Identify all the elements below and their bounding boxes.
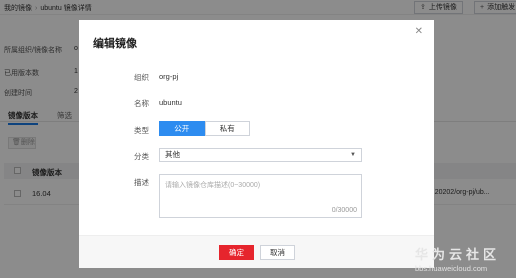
description-char-count: 0/30000 (331, 207, 357, 214)
org-label: 组织 (134, 73, 149, 82)
watermark: 华为云社区 bbs.huaweicloud.com (415, 244, 500, 273)
dialog-footer: 确定 取消 (79, 235, 434, 268)
chevron-down-icon: ▼ (350, 152, 356, 158)
cancel-button[interactable]: 取消 (260, 245, 295, 260)
category-select[interactable]: 其他 ▼ (159, 148, 362, 162)
dialog-title: 编辑镜像 (93, 38, 137, 50)
type-private-option[interactable]: 私有 (204, 121, 250, 136)
description-textarea[interactable]: 请输入镜像仓库描述(0~30000) 0/30000 (159, 174, 362, 218)
close-icon[interactable]: ✕ (415, 26, 423, 37)
edit-image-dialog: 编辑镜像 ✕ 组织 org-pj 名称 ubuntu 类型 公开 私有 分类 其… (79, 20, 434, 268)
name-label: 名称 (134, 99, 149, 108)
confirm-button[interactable]: 确定 (219, 245, 254, 260)
type-label: 类型 (134, 126, 149, 135)
category-label: 分类 (134, 152, 149, 161)
type-toggle: 公开 私有 (159, 121, 250, 136)
watermark-main: 华为云社区 (415, 247, 501, 262)
watermark-url: bbs.huaweicloud.com (415, 264, 488, 273)
org-value: org-pj (159, 72, 179, 81)
description-placeholder: 请输入镜像仓库描述(0~30000) (165, 182, 261, 189)
description-label: 描述 (134, 178, 149, 187)
type-public-option[interactable]: 公开 (159, 121, 205, 136)
category-value: 其他 (165, 150, 180, 159)
name-value: ubuntu (159, 98, 182, 107)
